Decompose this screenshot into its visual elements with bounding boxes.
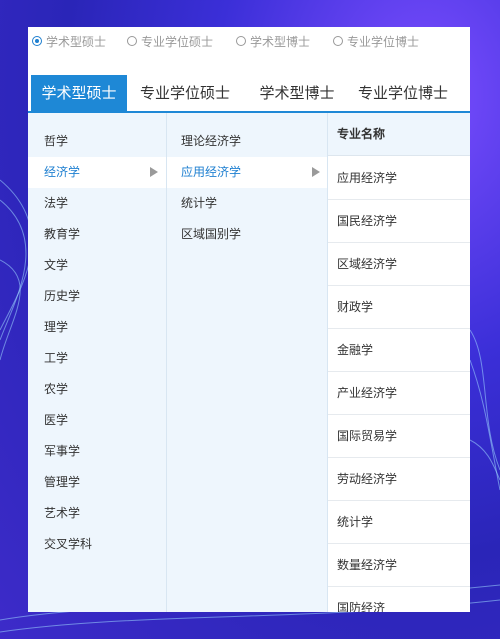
discipline-label: 经济学: [44, 165, 81, 179]
radio-label: 学术型硕士: [46, 34, 107, 49]
major-list: 专业名称 应用经济学 国民经济学 区域经济学 财政学 金融学 产业经济学 国际贸…: [327, 113, 470, 612]
radio-academic-master[interactable]: 学术型硕士: [32, 33, 106, 49]
discipline-item-management[interactable]: 管理学: [28, 467, 166, 498]
radio-dot-icon: [236, 36, 246, 46]
radio-dot-icon: [32, 36, 42, 46]
discipline-item-economics[interactable]: 经济学: [28, 157, 166, 188]
tab-academic-doctor[interactable]: 学术型博士: [247, 75, 347, 111]
major-item[interactable]: 统计学: [328, 501, 470, 544]
degree-type-radio-group: 学术型硕士 专业学位硕士 学术型博士 专业学位博士: [28, 27, 470, 55]
discipline-item-agriculture[interactable]: 农学: [28, 374, 166, 405]
discipline-item-history[interactable]: 历史学: [28, 281, 166, 312]
major-item[interactable]: 应用经济学: [328, 157, 470, 200]
discipline-item-science[interactable]: 理学: [28, 312, 166, 343]
discipline-item-art[interactable]: 艺术学: [28, 498, 166, 529]
radio-label: 专业学位博士: [347, 34, 420, 49]
discipline-list: 哲学 经济学 法学 教育学 文学 历史学 理学 工学 农学 医学 军事学 管理学…: [28, 113, 166, 612]
discipline-item-philosophy[interactable]: 哲学: [28, 126, 166, 157]
major-item[interactable]: 国民经济学: [328, 200, 470, 243]
major-item[interactable]: 金融学: [328, 329, 470, 372]
subcategory-item-area-studies[interactable]: 区域国别学: [167, 219, 328, 250]
chevron-right-icon: [150, 167, 158, 177]
major-list-header: 专业名称: [328, 113, 470, 156]
radio-dot-icon: [127, 36, 137, 46]
major-item[interactable]: 国际贸易学: [328, 415, 470, 458]
discipline-item-medicine[interactable]: 医学: [28, 405, 166, 436]
major-item[interactable]: 产业经济学: [328, 372, 470, 415]
major-item[interactable]: 区域经济学: [328, 243, 470, 286]
radio-academic-doctor[interactable]: 学术型博士: [236, 33, 310, 49]
tab-professional-doctor[interactable]: 专业学位博士: [347, 75, 459, 111]
radio-label: 专业学位硕士: [141, 34, 214, 49]
major-item[interactable]: 财政学: [328, 286, 470, 329]
discipline-item-education[interactable]: 教育学: [28, 219, 166, 250]
subcategory-label: 应用经济学: [181, 165, 242, 179]
degree-selector-panel: 学术型硕士 专业学位硕士 学术型博士 专业学位博士 学术型硕士 专业学位硕士 学…: [28, 27, 470, 612]
tab-professional-master[interactable]: 专业学位硕士: [131, 75, 239, 111]
major-item[interactable]: 劳动经济学: [328, 458, 470, 501]
subcategory-list: 理论经济学 应用经济学 统计学 区域国别学: [166, 113, 328, 612]
major-item[interactable]: 数量经济学: [328, 544, 470, 587]
degree-tabs: 学术型硕士 专业学位硕士 学术型博士 专业学位博士: [28, 75, 470, 113]
radio-dot-icon: [333, 36, 343, 46]
radio-professional-doctor[interactable]: 专业学位博士: [333, 33, 419, 49]
discipline-item-literature[interactable]: 文学: [28, 250, 166, 281]
radio-professional-master[interactable]: 专业学位硕士: [127, 33, 213, 49]
subcategory-item-applied-economics[interactable]: 应用经济学: [167, 157, 328, 188]
subcategory-item-statistics[interactable]: 统计学: [167, 188, 328, 219]
discipline-item-engineering[interactable]: 工学: [28, 343, 166, 374]
radio-label: 学术型博士: [250, 34, 311, 49]
discipline-item-interdisciplinary[interactable]: 交叉学科: [28, 529, 166, 560]
chevron-right-icon: [312, 167, 320, 177]
major-item[interactable]: 国防经济: [328, 587, 470, 612]
discipline-item-military[interactable]: 军事学: [28, 436, 166, 467]
tab-academic-master[interactable]: 学术型硕士: [31, 75, 127, 111]
subcategory-item-theoretical-economics[interactable]: 理论经济学: [167, 126, 328, 157]
discipline-item-law[interactable]: 法学: [28, 188, 166, 219]
